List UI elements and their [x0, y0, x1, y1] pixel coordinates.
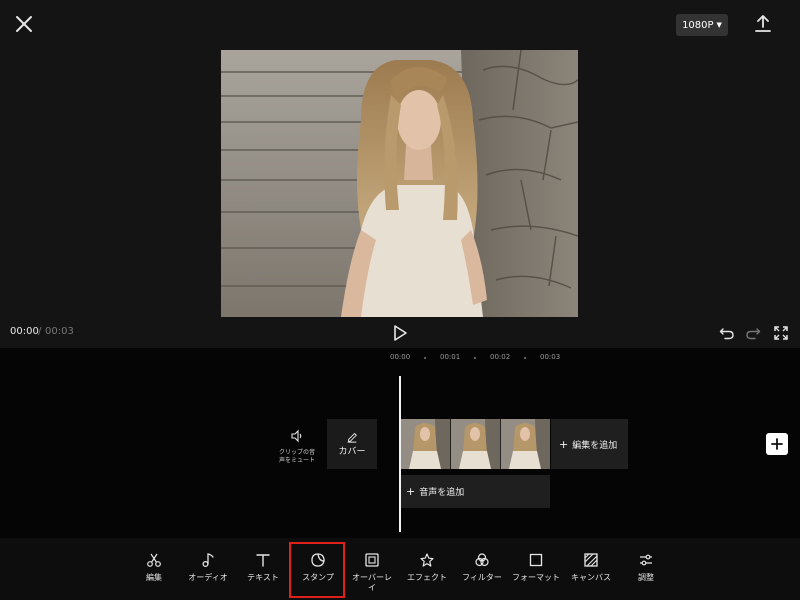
tool-label: テキスト [247, 573, 279, 582]
total-time: 00:03 [45, 326, 74, 337]
mute-clip-button[interactable]: クリップの音 声をミュート [272, 428, 322, 468]
tool-format[interactable]: フォーマット [509, 548, 563, 596]
clip-thumbnail [501, 419, 550, 469]
tool-text[interactable]: テキスト [236, 548, 290, 596]
tool-label: 編集 [146, 573, 162, 582]
redo-icon[interactable] [745, 325, 761, 341]
undo-icon[interactable] [719, 325, 735, 341]
adjust-icon [640, 554, 652, 566]
overlay-icon [365, 553, 379, 567]
tick-dot [474, 357, 476, 359]
tool-label: 調整 [638, 573, 654, 582]
tick-dot [524, 357, 526, 359]
time-tick: 00:02 [490, 353, 511, 361]
filter-icon [475, 553, 489, 567]
close-icon[interactable] [12, 12, 36, 36]
cover-label: カバー [338, 447, 366, 457]
tick-dot [424, 357, 426, 359]
tool-label: オーバーレイ [352, 573, 392, 592]
music-note-icon [202, 553, 214, 568]
time-tick: 00:00 [390, 353, 411, 361]
tool-label: エフェクト [407, 573, 447, 582]
clip-thumbnail [401, 419, 451, 469]
tool-overlay[interactable]: オーバーレイ [345, 548, 399, 596]
resolution-selector[interactable]: 1080P ▼ [676, 14, 728, 36]
playhead[interactable] [399, 376, 401, 532]
canvas-icon [584, 553, 598, 567]
tool-label: フィルター [462, 573, 502, 582]
pencil-icon [347, 432, 357, 443]
tool-edit[interactable]: 編集 [127, 548, 181, 596]
speaker-icon [291, 429, 302, 443]
time-tick: 00:01 [440, 353, 461, 361]
format-icon [529, 553, 543, 567]
add-audio-label: 音声を追加 [419, 488, 465, 498]
tool-label: オーディオ [188, 573, 228, 582]
tool-audio[interactable]: オーディオ [181, 548, 235, 596]
effect-icon [420, 553, 434, 567]
tool-label: キャンバス [571, 573, 611, 582]
export-icon[interactable] [752, 13, 774, 35]
tool-sticker[interactable]: スタンプ [291, 548, 345, 596]
time-separator: / [38, 326, 42, 337]
video-clip[interactable] [401, 419, 550, 469]
tool-adjust[interactable]: 調整 [619, 548, 673, 596]
resolution-label: 1080P [682, 19, 714, 31]
video-preview[interactable] [221, 50, 578, 317]
add-audio-button[interactable]: + 音声を追加 [401, 475, 550, 508]
fullscreen-icon[interactable] [773, 325, 789, 341]
time-tick: 00:03 [540, 353, 561, 361]
tool-canvas[interactable]: キャンバス [564, 548, 618, 596]
chevron-down-icon: ▼ [716, 21, 722, 29]
sticker-icon [311, 553, 325, 567]
plus-icon [771, 438, 783, 450]
tool-effect[interactable]: エフェクト [400, 548, 454, 596]
scissors-icon [147, 553, 161, 567]
plus-icon: + [559, 437, 569, 451]
cover-button[interactable]: カバー [327, 419, 377, 469]
text-icon [256, 554, 270, 567]
add-edit-label: 編集を追加 [572, 440, 618, 451]
add-edit-button[interactable]: + 編集を追加 [551, 419, 628, 469]
tool-filter[interactable]: フィルター [455, 548, 509, 596]
plus-icon: + [406, 485, 416, 498]
play-icon[interactable] [392, 324, 408, 342]
clip-thumbnail [451, 419, 501, 469]
tool-label: スタンプ [302, 573, 334, 582]
add-clip-button[interactable] [766, 433, 788, 455]
current-time: 00:00 [10, 326, 39, 337]
preview-image [221, 50, 578, 317]
tool-label: フォーマット [512, 573, 560, 582]
mute-label: クリップの音 声をミュート [278, 449, 315, 464]
